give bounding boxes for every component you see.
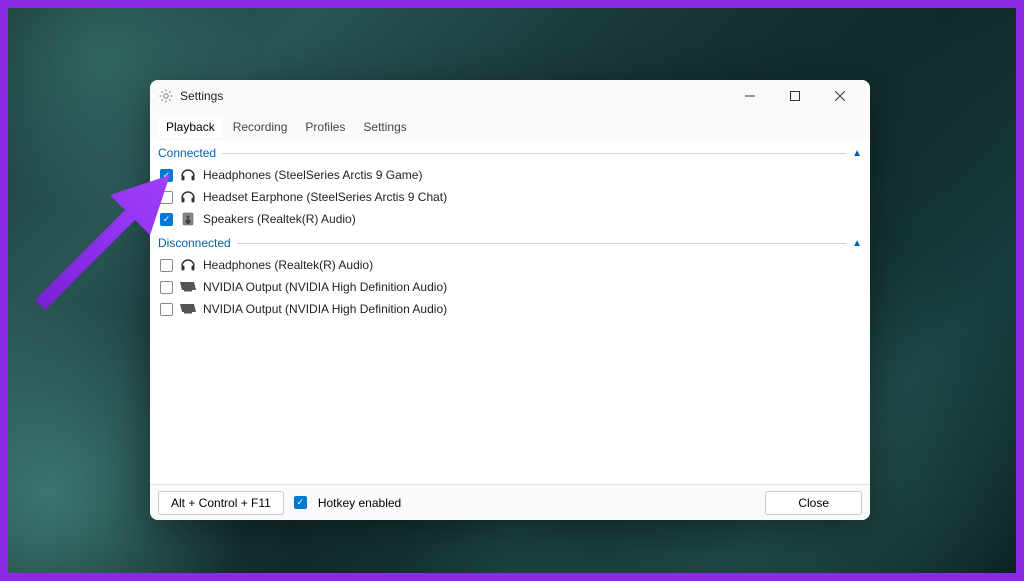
speaker-icon xyxy=(179,211,197,227)
device-label: NVIDIA Output (NVIDIA High Definition Au… xyxy=(203,302,447,316)
device-checkbox[interactable] xyxy=(160,213,173,226)
device-row[interactable]: Headphones (Realtek(R) Audio) xyxy=(158,254,862,276)
hotkey-enabled-checkbox[interactable] xyxy=(294,496,307,509)
chevron-up-icon: ▲ xyxy=(852,148,862,159)
minimize-button[interactable] xyxy=(727,81,772,111)
maximize-button[interactable] xyxy=(772,81,817,111)
hotkey-enabled-group: Hotkey enabled xyxy=(294,496,401,510)
settings-window: Settings PlaybackRecordingProfilesSettin… xyxy=(150,80,870,520)
headphones-icon xyxy=(179,189,197,205)
device-checkbox[interactable] xyxy=(160,259,173,272)
device-label: Headphones (SteelSeries Arctis 9 Game) xyxy=(203,168,422,182)
titlebar[interactable]: Settings xyxy=(150,80,870,112)
headphones-icon xyxy=(179,257,197,273)
device-row[interactable]: Headphones (SteelSeries Arctis 9 Game) xyxy=(158,164,862,186)
device-list-panel: Connected ▲ Headphones (SteelSeries Arctis… xyxy=(150,140,870,484)
device-row[interactable]: Headset Earphone (SteelSeries Arctis 9 C… xyxy=(158,186,862,208)
monitor-icon xyxy=(179,301,197,317)
group-divider xyxy=(222,153,846,154)
group-header-connected[interactable]: Connected ▲ xyxy=(158,142,862,164)
device-row[interactable]: NVIDIA Output (NVIDIA High Definition Au… xyxy=(158,298,862,320)
group-header-disconnected[interactable]: Disconnected ▲ xyxy=(158,232,862,254)
monitor-icon xyxy=(179,279,197,295)
window-controls xyxy=(727,81,862,111)
device-row[interactable]: Speakers (Realtek(R) Audio) xyxy=(158,208,862,230)
device-label: Headset Earphone (SteelSeries Arctis 9 C… xyxy=(203,190,447,204)
hotkey-enabled-label: Hotkey enabled xyxy=(318,496,401,510)
device-row[interactable]: NVIDIA Output (NVIDIA High Definition Au… xyxy=(158,276,862,298)
tab-bar: PlaybackRecordingProfilesSettings xyxy=(150,112,870,140)
device-checkbox[interactable] xyxy=(160,191,173,204)
group-title: Connected xyxy=(158,146,216,160)
tab-profiles[interactable]: Profiles xyxy=(297,116,353,138)
headphones-icon xyxy=(179,167,197,183)
app-icon xyxy=(158,88,174,104)
hotkey-button[interactable]: Alt + Control + F11 xyxy=(158,491,284,515)
chevron-up-icon: ▲ xyxy=(852,238,862,249)
device-checkbox[interactable] xyxy=(160,281,173,294)
device-label: Speakers (Realtek(R) Audio) xyxy=(203,212,356,226)
tab-settings[interactable]: Settings xyxy=(355,116,414,138)
device-checkbox[interactable] xyxy=(160,303,173,316)
footer: Alt + Control + F11 Hotkey enabled Close xyxy=(150,484,870,520)
device-label: NVIDIA Output (NVIDIA High Definition Au… xyxy=(203,280,447,294)
close-button[interactable]: Close xyxy=(765,491,862,515)
tab-playback[interactable]: Playback xyxy=(158,116,223,138)
device-checkbox[interactable] xyxy=(160,169,173,182)
close-window-button[interactable] xyxy=(817,81,862,111)
group-divider xyxy=(237,243,846,244)
tab-recording[interactable]: Recording xyxy=(225,116,296,138)
window-title: Settings xyxy=(180,89,223,103)
group-title: Disconnected xyxy=(158,236,231,250)
device-label: Headphones (Realtek(R) Audio) xyxy=(203,258,373,272)
